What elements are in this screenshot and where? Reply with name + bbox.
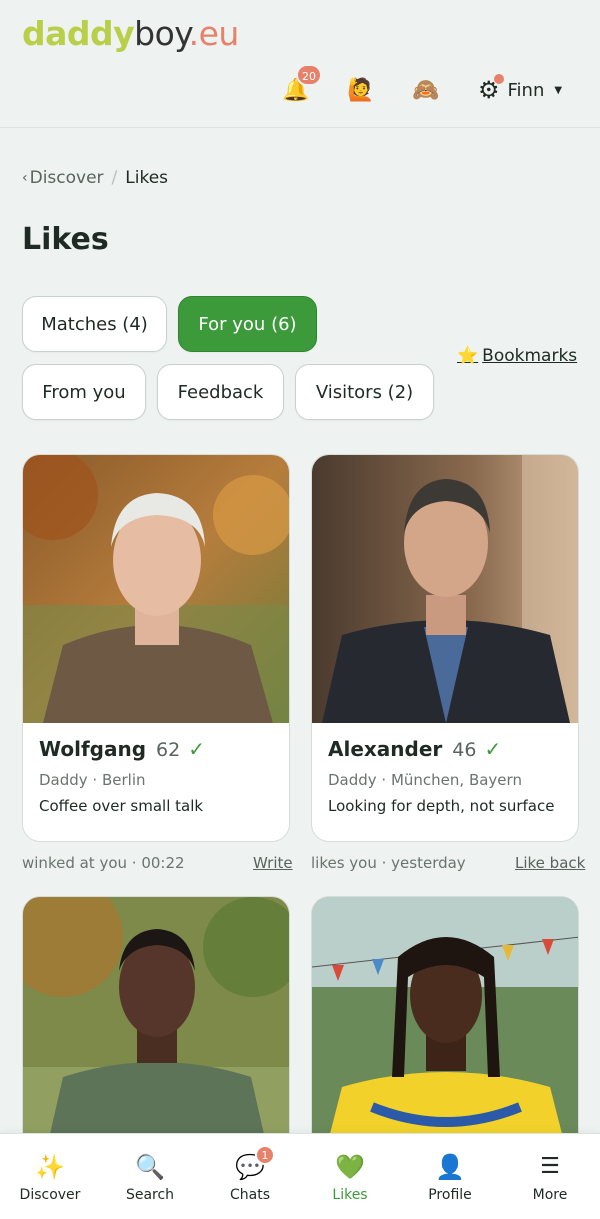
breadcrumb-separator: /	[111, 168, 118, 188]
profile-name: Alexander	[328, 737, 443, 761]
brand-logo[interactable]: daddyboy.eu	[22, 14, 239, 53]
verified-check-icon: ✓	[484, 737, 502, 761]
tab-feedback[interactable]: Feedback	[157, 364, 284, 420]
user-name: Finn	[507, 79, 545, 101]
nav-search[interactable]: 🔍 Search	[100, 1134, 200, 1219]
gear-icon: ⚙	[478, 74, 504, 104]
user-silhouette-icon: 👤	[435, 1153, 465, 1181]
profile-photo	[312, 897, 578, 1165]
logo-part-daddy: daddy	[22, 14, 135, 53]
profile-info: Alexander 46 ✓ Daddy · München, Bayern Loo…	[328, 737, 568, 815]
speech-bubble-icon: 💬 1	[235, 1145, 275, 1183]
nav-likes[interactable]: 💚 Likes	[300, 1134, 400, 1219]
tab-from-you[interactable]: From you	[22, 364, 146, 420]
magnifier-icon: 🔍	[135, 1153, 165, 1181]
profile-photo	[23, 455, 289, 723]
breadcrumb-current: Likes	[125, 168, 169, 188]
profile-age: 46	[452, 739, 477, 761]
person-raising-hand-icon: 🙋	[347, 77, 375, 103]
breadcrumb: ‹ Discover / Likes	[22, 168, 168, 188]
like-back-link[interactable]: Like back	[515, 854, 585, 872]
nav-discover[interactable]: ✨ Discover	[0, 1134, 100, 1219]
profile-tagline: Looking for depth, not surface	[328, 797, 555, 815]
activity-text: winked at you · 00:22	[22, 854, 185, 872]
activity-text: likes you · yesterday	[311, 854, 466, 872]
star-icon: ⭐	[457, 346, 479, 366]
profile-photo	[23, 897, 289, 1165]
tab-visitors[interactable]: Visitors (2)	[295, 364, 434, 420]
green-heart-icon: 💚	[335, 1153, 365, 1181]
see-no-evil-monkey-icon: 🙈	[412, 77, 440, 103]
verified-check-icon: ✓	[188, 737, 205, 761]
nav-label: Discover	[19, 1187, 81, 1203]
nav-more[interactable]: ☰ More	[500, 1134, 600, 1219]
nav-label: Likes	[332, 1187, 368, 1203]
breadcrumb-back-icon: ‹	[22, 170, 28, 186]
breadcrumb-discover-link[interactable]: Discover	[30, 168, 104, 188]
tab-for-you[interactable]: For you (6)	[178, 296, 317, 352]
profile-info: Wolfgang 62 ✓ Daddy · Berlin Coffee over s…	[39, 737, 279, 815]
top-header: daddyboy.eu 🔔 20 🙋 🙈 ⚙ Finn ▼	[0, 0, 600, 128]
profile-meta: Daddy · Berlin	[39, 771, 146, 789]
logo-part-domain: .eu	[188, 14, 240, 53]
nav-profile[interactable]: 👤 Profile	[400, 1134, 500, 1219]
logo-part-boy: boy	[134, 14, 189, 53]
chevron-down-icon: ▼	[554, 84, 563, 96]
menu-icon: ☰	[540, 1154, 560, 1179]
bottom-navigation: ✨ Discover 🔍 Search 💬 1 Chats 💚 Likes 👤 P…	[0, 1133, 600, 1219]
user-menu[interactable]: ⚙ Finn ▼	[478, 74, 562, 106]
page-title: Likes	[22, 222, 109, 257]
hello-button[interactable]: 🙋	[341, 72, 381, 108]
sparkles-icon: ✨	[35, 1153, 65, 1181]
profile-meta: Daddy · München, Bayern	[328, 771, 522, 789]
bookmarks-label: Bookmarks	[482, 346, 578, 366]
nav-label: Profile	[428, 1187, 472, 1203]
chats-badge: 1	[254, 1145, 275, 1165]
bookmarks-link[interactable]: ⭐ Bookmarks	[457, 346, 577, 366]
profile-tagline: Coffee over small talk	[39, 797, 204, 815]
profile-card[interactable]: Wolfgang 62 ✓ Daddy · Berlin Coffee over s…	[22, 454, 290, 842]
nav-label: Chats	[229, 1187, 270, 1203]
write-link[interactable]: Write	[253, 854, 293, 872]
nav-chats[interactable]: 💬 1 Chats	[200, 1134, 300, 1219]
nav-label: Search	[125, 1187, 175, 1203]
profile-name: Wolfgang	[39, 737, 147, 761]
nav-label: More	[532, 1187, 568, 1203]
profile-age: 62	[156, 739, 181, 761]
profile-card[interactable]: Alexander 46 ✓ Daddy · München, Bayern Loo…	[311, 454, 579, 842]
notifications-button[interactable]: 🔔 20	[276, 64, 322, 108]
incognito-button[interactable]: 🙈	[406, 72, 446, 108]
tab-matches[interactable]: Matches (4)	[22, 296, 167, 352]
settings-alert-dot	[493, 74, 504, 84]
notifications-badge: 20	[296, 64, 322, 86]
profile-photo	[312, 455, 578, 723]
